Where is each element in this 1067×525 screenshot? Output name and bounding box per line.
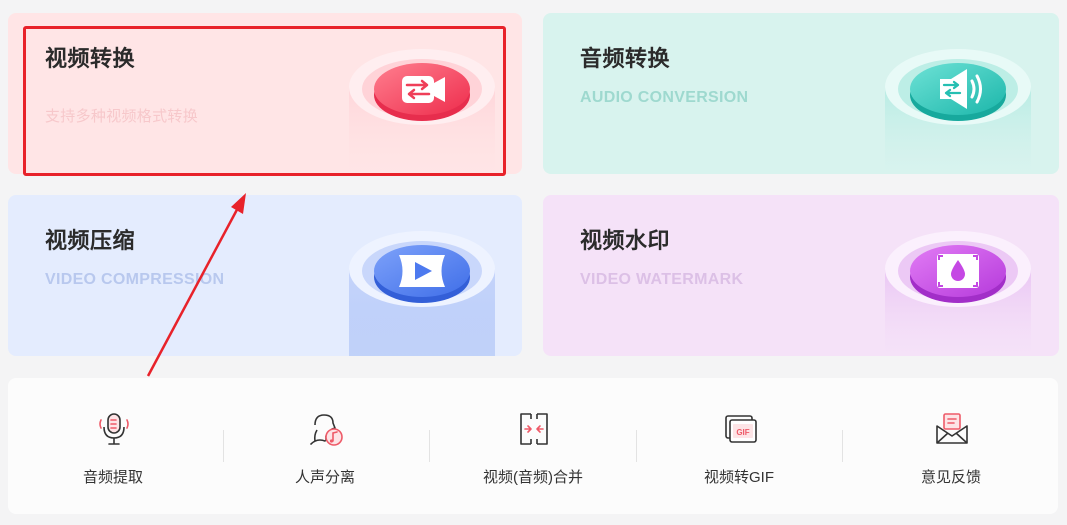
voice-separate-icon xyxy=(308,411,344,447)
divider xyxy=(842,430,843,462)
feedback-mail-icon xyxy=(934,411,970,447)
tool-label: 意见反馈 xyxy=(920,469,981,486)
tool-feedback[interactable]: 意见反馈 xyxy=(846,378,1056,514)
video-watermark-title: 视频水印 xyxy=(580,228,671,253)
tool-label: 音频提取 xyxy=(82,469,143,486)
tool-label: 视频(音频)合并 xyxy=(483,469,583,486)
audio-convert-card[interactable]: 音频转换 AUDIO CONVERSION xyxy=(543,13,1059,174)
video-compress-icon xyxy=(349,229,495,356)
highlight-box xyxy=(23,26,506,176)
tool-video-to-gif[interactable]: GIF 视频转GIF xyxy=(634,378,844,514)
tool-audio-extract[interactable]: 音频提取 xyxy=(8,378,218,514)
tools-bar: 音频提取 人声分离 视频(音频)合并 GIF 视频转GIF 意见反馈 xyxy=(8,378,1058,514)
svg-text:GIF: GIF xyxy=(736,428,749,437)
audio-convert-title: 音频转换 xyxy=(580,46,671,71)
video-compress-title: 视频压缩 xyxy=(45,228,136,253)
video-compress-subtitle: VIDEO COMPRESSION xyxy=(45,271,225,288)
gif-icon: GIF xyxy=(722,411,758,447)
audio-convert-icon xyxy=(885,47,1031,174)
video-watermark-icon xyxy=(885,229,1031,356)
video-watermark-subtitle: VIDEO WATERMARK xyxy=(580,271,744,288)
video-watermark-card[interactable]: 视频水印 VIDEO WATERMARK xyxy=(543,195,1059,356)
tool-merge[interactable]: 视频(音频)合并 xyxy=(428,378,638,514)
video-compress-card[interactable]: 视频压缩 VIDEO COMPRESSION xyxy=(8,195,522,356)
merge-icon xyxy=(516,411,552,447)
microphone-icon xyxy=(96,411,132,447)
tool-label: 视频转GIF xyxy=(704,469,774,486)
tool-label: 人声分离 xyxy=(294,469,355,486)
audio-convert-subtitle: AUDIO CONVERSION xyxy=(580,89,749,106)
tool-voice-separate[interactable]: 人声分离 xyxy=(220,378,430,514)
